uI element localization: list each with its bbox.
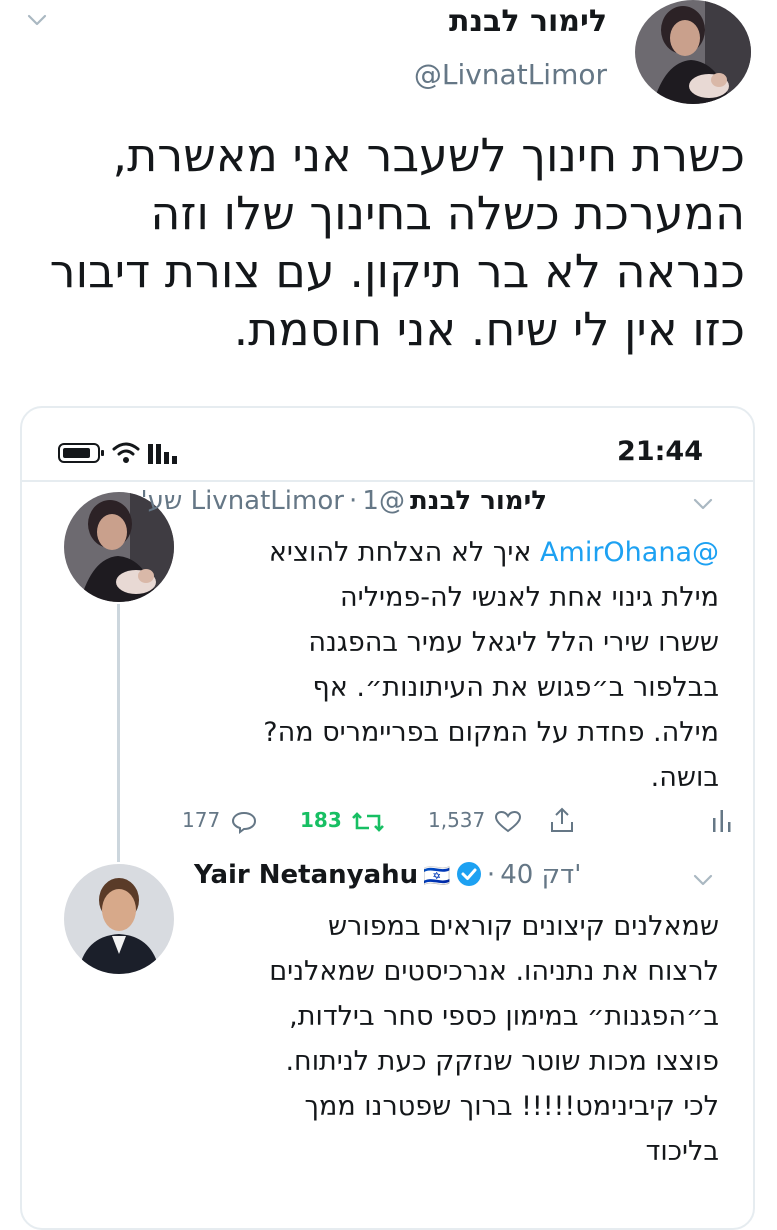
tweet2-text-line: לרצוח את נתניהו. אנרכיסטים שמאלנים — [269, 956, 719, 987]
main-tweet-text: כשרת חינוך לשעבר אני מאשרת, המערכת כשלה … — [25, 126, 745, 358]
main-author-name[interactable]: לימור לבנת — [449, 4, 607, 39]
tweet1-header: לימור לבנת @LivnatLimor · 1 שע' — [140, 486, 547, 516]
retweet-count: 183 — [300, 808, 342, 832]
main-text-line: כשרת חינוך לשעבר אני מאשרת, — [112, 128, 745, 182]
mention-link[interactable]: @AmirOhana — [540, 537, 719, 568]
reply-action[interactable]: 177 — [182, 808, 257, 834]
thread-line — [117, 604, 120, 862]
tweet1-actions: 177 183 1,537 — [182, 800, 742, 840]
tweet1-first-line-rest: איך לא הצלחת להוציא — [268, 537, 532, 568]
tweet2-author-name[interactable]: Yair Netanyahu — [194, 860, 418, 890]
tweet2-text: שמאלנים קיצונים קוראים במפורש לרצוח את נ… — [179, 904, 719, 1174]
tweet2-header: Yair Netanyahu 🇮🇱 · 40 דק' — [194, 860, 581, 890]
battery-icon — [58, 443, 104, 463]
tweet2-text-line: ב״הפגנות״ במימון כספי סחר בילדות, — [289, 1001, 719, 1032]
tweet1-author-name[interactable]: לימור לבנת — [410, 486, 547, 516]
main-author-handle[interactable]: @LivnatLimor — [414, 58, 607, 91]
status-divider — [22, 480, 753, 482]
wifi-icon — [112, 442, 140, 463]
like-action[interactable]: 1,537 — [428, 808, 522, 834]
embedded-tweet-yair[interactable]: Yair Netanyahu 🇮🇱 · 40 דק' שמאלנים קיצונ… — [22, 860, 753, 1228]
tweet1-text-line: ששרו שירי הלל ליגאל עמיר בהפגנה — [308, 627, 719, 658]
tweet2-time[interactable]: 40 דק' — [500, 860, 581, 890]
retweet-icon — [351, 811, 384, 832]
israel-flag-icon: 🇮🇱 — [423, 864, 451, 889]
embedded-tweet-livnat[interactable]: לימור לבנת @LivnatLimor · 1 שע' @AmirOha… — [22, 484, 753, 856]
tweet1-first-line: @AmirOhana איך לא הצלחת להוציא — [179, 530, 719, 575]
tweet1-text-line: מילת גינוי אחת לאנשי לה-פמיליה — [340, 582, 719, 613]
analytics-icon[interactable] — [712, 808, 732, 834]
tweet2-text-line: פוצצו מכות שוטר שנזקק כעת לניתוח. — [285, 1046, 719, 1077]
share-icon[interactable] — [548, 806, 576, 834]
separator-dot: · — [349, 486, 358, 516]
tweet2-text-line: שמאלנים קיצונים קוראים במפורש — [328, 911, 719, 942]
reply-count: 177 — [182, 808, 221, 832]
tweet2-text-line: בליכוד — [645, 1136, 719, 1167]
heart-icon — [494, 810, 521, 832]
separator-dot: · — [486, 860, 496, 890]
tweet2-text-line: לכי קיבינימט!!!!! ברוך שפטרנו ממך — [304, 1091, 719, 1122]
tweet1-text: @AmirOhana איך לא הצלחת להוציא מילת גינו… — [179, 530, 719, 800]
like-count: 1,537 — [428, 808, 486, 832]
main-tweet-header: לימור לבנת @LivnatLimor — [0, 0, 777, 110]
signal-icon — [148, 444, 177, 464]
main-text-line: המערכת כשלה בחינוך שלו וזה — [150, 186, 745, 240]
main-author-avatar[interactable] — [635, 0, 751, 104]
yair-avatar[interactable] — [64, 864, 174, 974]
verified-badge-icon — [456, 862, 481, 886]
tweet-menu-chevron-icon[interactable] — [692, 496, 714, 512]
tweet-menu-chevron-icon[interactable] — [692, 872, 714, 888]
reply-icon — [231, 811, 256, 834]
retweet-action[interactable]: 183 — [300, 808, 385, 834]
main-text-line: כזו אין לי שיח. אני חוסמת. — [233, 302, 745, 356]
status-bar-time: 21:44 — [617, 436, 703, 467]
status-bar: 21:44 — [22, 408, 753, 478]
embedded-screenshot: 21:44 לימור לבנת @LivnatLimor · 1 שע' @A… — [20, 406, 755, 1230]
tweet1-text-line: בושה. — [650, 762, 719, 793]
tweet1-text-line: בבלפור ב״פגוש את העיתונות״. אף — [312, 672, 719, 703]
main-text-line: כנראה לא בר תיקון. עם צורת דיבור — [49, 244, 745, 298]
tweet1-text-line: מילה. פחדת על המקום בפריימריס מה? — [263, 717, 719, 748]
